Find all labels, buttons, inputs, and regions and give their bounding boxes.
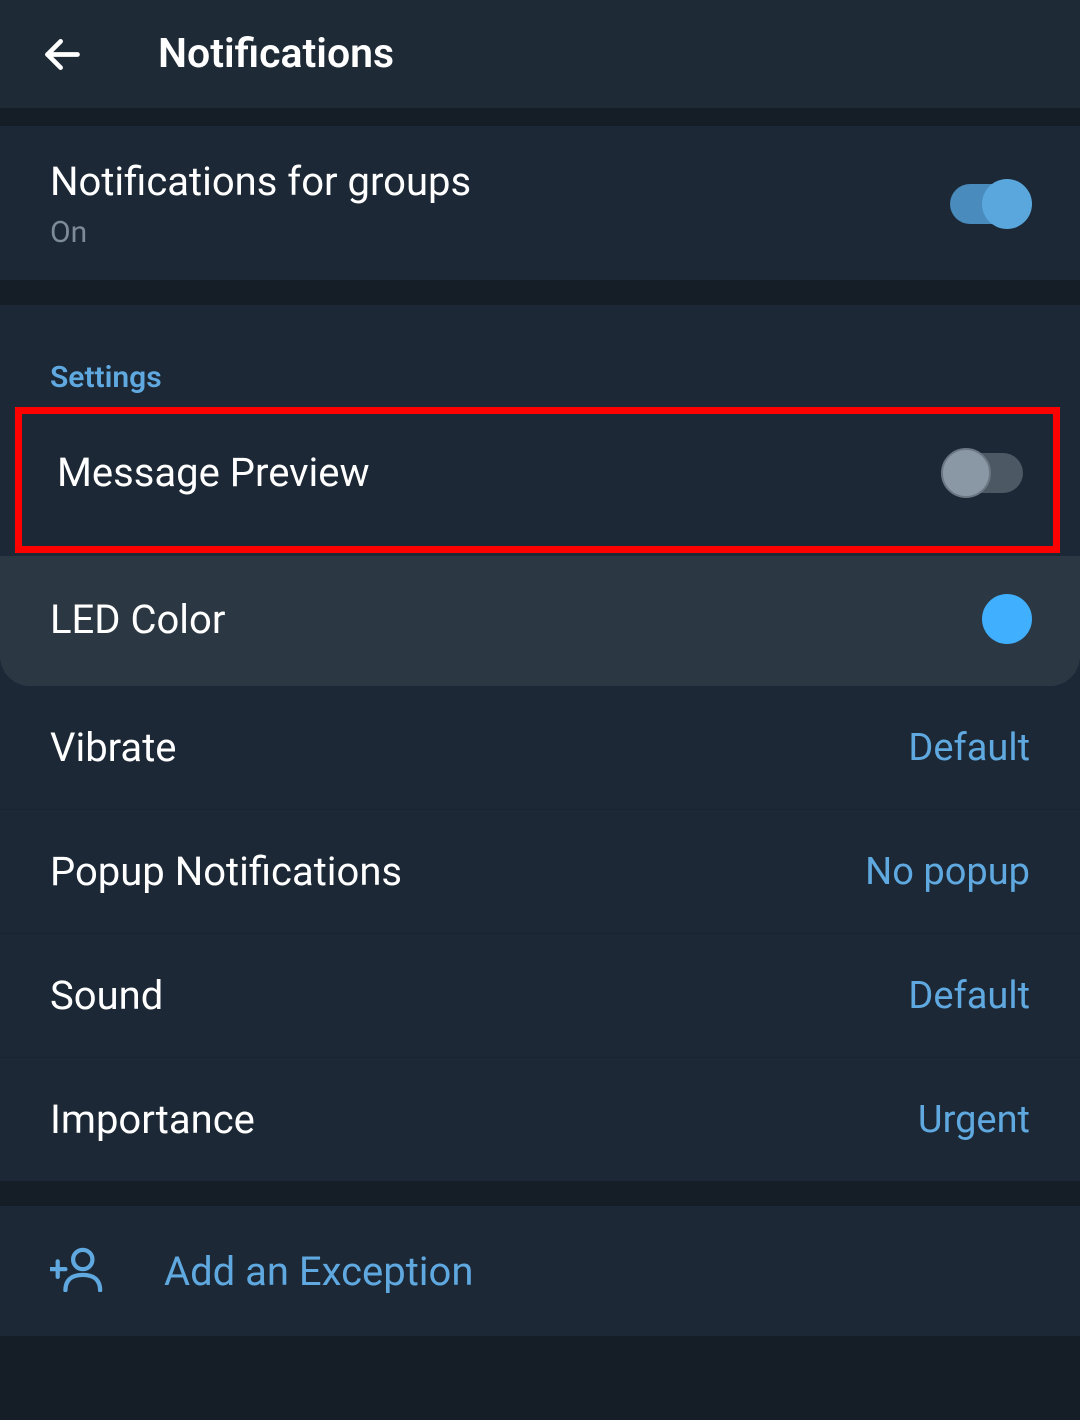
groups-toggle[interactable]	[950, 184, 1030, 224]
groups-status: On	[50, 215, 471, 250]
groups-title: Notifications for groups	[50, 158, 471, 205]
message-preview-toggle[interactable]	[943, 453, 1023, 493]
popup-row[interactable]: Popup Notifications No popup	[0, 810, 1080, 934]
header: Notifications	[0, 0, 1080, 108]
page-title: Notifications	[158, 30, 394, 78]
groups-section: Notifications for groups On	[0, 126, 1080, 280]
message-preview-row[interactable]: Message Preview	[15, 407, 1060, 553]
settings-section: Settings Message Preview LED Color Vibra…	[0, 305, 1080, 1181]
add-person-icon	[50, 1246, 104, 1296]
sound-value: Default	[908, 974, 1030, 1018]
led-color-dot	[982, 594, 1032, 644]
vibrate-value: Default	[908, 726, 1030, 770]
importance-value: Urgent	[918, 1098, 1030, 1142]
settings-header: Settings	[0, 305, 1080, 395]
add-exception-label: Add an Exception	[164, 1248, 473, 1295]
message-preview-title: Message Preview	[57, 449, 370, 496]
sound-row[interactable]: Sound Default	[0, 934, 1080, 1058]
notifications-groups-row[interactable]: Notifications for groups On	[0, 126, 1080, 280]
vibrate-row[interactable]: Vibrate Default	[0, 686, 1080, 810]
led-color-row[interactable]: LED Color	[0, 556, 1080, 686]
sound-title: Sound	[50, 972, 163, 1019]
led-color-title: LED Color	[50, 596, 225, 643]
importance-title: Importance	[50, 1096, 255, 1143]
popup-value: No popup	[865, 850, 1030, 894]
add-exception-row[interactable]: Add an Exception	[0, 1206, 1080, 1336]
importance-row[interactable]: Importance Urgent	[0, 1058, 1080, 1181]
back-arrow-icon[interactable]	[40, 32, 85, 77]
exception-section: Add an Exception	[0, 1206, 1080, 1336]
vibrate-title: Vibrate	[50, 724, 176, 771]
popup-title: Popup Notifications	[50, 848, 402, 895]
